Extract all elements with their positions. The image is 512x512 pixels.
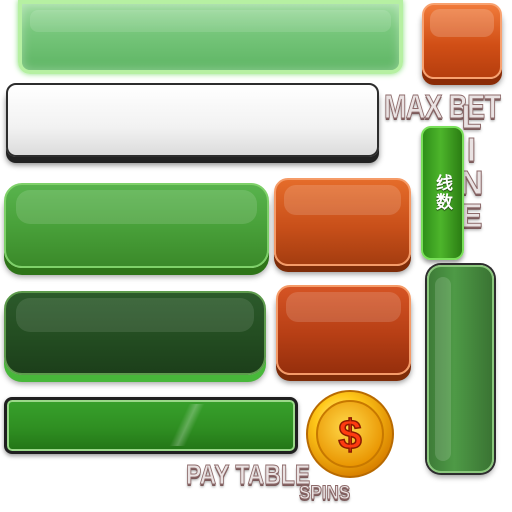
green-large-button[interactable] xyxy=(4,183,269,268)
green-vertical-panel[interactable] xyxy=(427,265,494,473)
spins-label: SPINS xyxy=(299,483,351,505)
orange-small-button[interactable] xyxy=(422,3,502,79)
lines-button-label: 线数 xyxy=(432,174,452,212)
orange-button-2[interactable] xyxy=(276,285,411,375)
green-thin-bar-button[interactable] xyxy=(4,397,298,454)
white-display-bar xyxy=(6,83,379,157)
dollar-coin-icon[interactable]: $ xyxy=(305,389,395,479)
lines-button[interactable]: 线数 xyxy=(421,126,464,260)
orange-button-1[interactable] xyxy=(274,178,411,266)
coin-dollar-symbol: $ xyxy=(338,411,361,458)
green-dark-large-button[interactable] xyxy=(4,291,266,375)
green-light-wide-button[interactable] xyxy=(18,0,403,74)
pay-table-label: PAY TABLE xyxy=(186,459,311,491)
